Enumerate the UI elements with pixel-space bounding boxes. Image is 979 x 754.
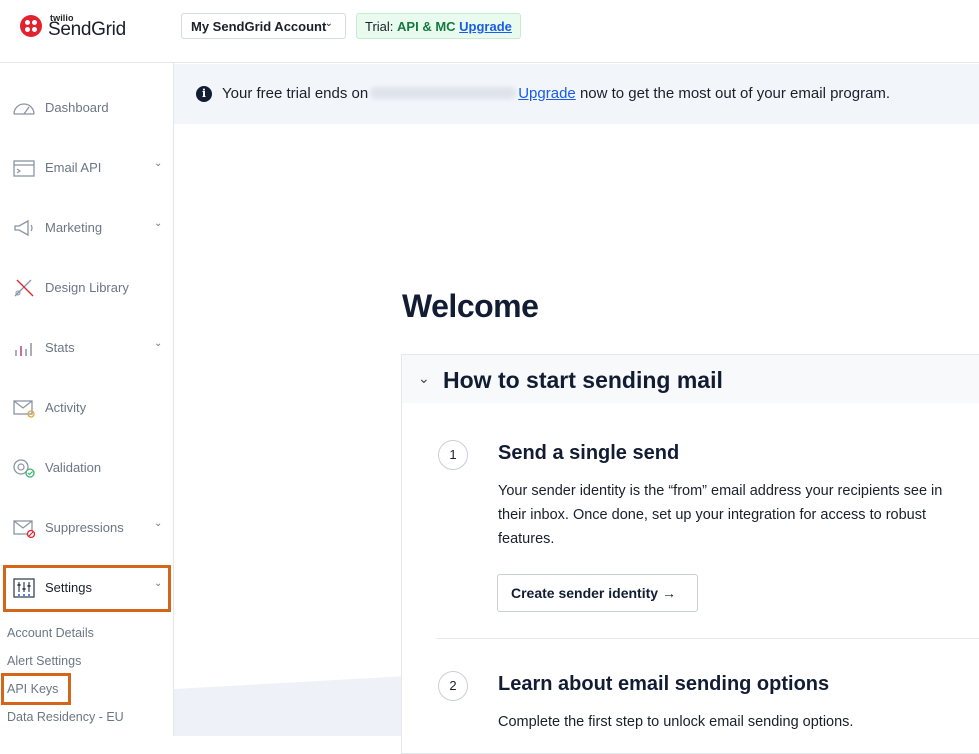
step-number-1: 1 <box>438 440 468 470</box>
banner-upgrade-link[interactable]: Upgrade <box>518 85 576 102</box>
trial-plan: API & MC <box>397 19 456 34</box>
suppressions-icon <box>13 520 36 539</box>
email-api-icon <box>13 160 35 177</box>
chevron-down-icon: ⌄ <box>154 518 163 529</box>
trial-banner: i Your free trial ends on Upgrade now to … <box>174 64 979 124</box>
logo-brand-text: SendGrid <box>48 19 126 40</box>
sidebar-item-design-library[interactable]: Design Library <box>0 268 174 308</box>
sidebar-item-label: Validation <box>45 460 102 475</box>
validation-icon <box>13 459 35 478</box>
top-bar: twilio SendGrid My SendGrid Account ⌄ Tr… <box>0 0 979 63</box>
design-library-icon <box>14 279 34 297</box>
twilio-logo-icon <box>20 15 42 37</box>
chevron-down-icon: ⌄ <box>418 370 430 386</box>
sidebar-item-dashboard[interactable]: Dashboard <box>0 88 174 128</box>
sendgrid-logo[interactable]: twilio SendGrid <box>20 12 140 48</box>
sidebar-item-label: Stats <box>45 340 75 355</box>
step-description-2: Complete the first step to unlock email … <box>498 714 854 730</box>
sidebar-item-label: Email API <box>45 160 102 175</box>
sidebar-item-label: Activity <box>45 400 87 415</box>
chevron-down-icon: ⌄ <box>154 218 163 229</box>
trial-label: Trial: <box>365 19 394 34</box>
trial-banner-text: Your free trial ends on Upgrade now to ge… <box>222 85 890 102</box>
megaphone-icon <box>14 219 33 237</box>
redacted-date <box>370 87 517 99</box>
sidebar-item-email-api[interactable]: Email API ⌄ <box>0 148 174 188</box>
api-keys-highlight-box <box>1 673 71 705</box>
page-title: Welcome <box>402 288 539 324</box>
sidebar-item-marketing[interactable]: Marketing ⌄ <box>0 208 174 248</box>
sidebar-item-validation[interactable]: Validation <box>0 448 174 488</box>
create-sender-identity-button[interactable]: Create sender identity → <box>497 574 698 612</box>
sidebar-item-activity[interactable]: Activity <box>0 388 174 428</box>
sidebar-item-label: Marketing <box>45 220 103 235</box>
sidebar-subitem-account-details[interactable]: Account Details <box>7 626 94 640</box>
step-title-1: Send a single send <box>498 442 680 464</box>
trial-upgrade-link[interactable]: Upgrade <box>459 19 512 34</box>
sidebar-subitem-data-residency[interactable]: Data Residency - EU <box>7 710 124 724</box>
banner-text-before: Your free trial ends on <box>222 85 369 102</box>
chevron-down-icon: ⌄ <box>154 338 163 349</box>
step-description-1: Your sender identity is the “from” email… <box>498 483 943 547</box>
sidebar: Dashboard Email API ⌄ Marketing ⌄ Design… <box>0 63 174 736</box>
chevron-down-icon: ⌄ <box>324 18 333 29</box>
account-label: My SendGrid Account <box>191 19 327 34</box>
dashboard-icon <box>13 103 35 115</box>
stats-icon <box>15 343 32 356</box>
sidebar-item-stats[interactable]: Stats ⌄ <box>0 328 174 368</box>
settings-highlight-box <box>3 565 171 612</box>
activity-icon <box>13 400 35 418</box>
sidebar-item-label: Dashboard <box>45 100 109 115</box>
step-number-2: 2 <box>438 671 468 701</box>
account-selector[interactable]: My SendGrid Account ⌄ <box>181 13 346 39</box>
banner-text-after: now to get the most out of your email pr… <box>579 85 891 102</box>
sidebar-item-suppressions[interactable]: Suppressions ⌄ <box>0 508 174 548</box>
trial-badge: Trial: API & MC Upgrade <box>356 13 521 39</box>
chevron-down-icon: ⌄ <box>154 158 163 169</box>
info-icon: i <box>196 86 212 102</box>
sidebar-item-label: Design Library <box>45 280 129 295</box>
step-divider <box>437 638 979 639</box>
sidebar-item-label: Suppressions <box>45 520 124 535</box>
section-header-toggle[interactable]: ⌄ How to start sending mail <box>402 355 979 403</box>
sidebar-subitem-alert-settings[interactable]: Alert Settings <box>7 654 81 668</box>
step-title-2: Learn about email sending options <box>498 673 830 695</box>
section-title: How to start sending mail <box>443 367 723 393</box>
